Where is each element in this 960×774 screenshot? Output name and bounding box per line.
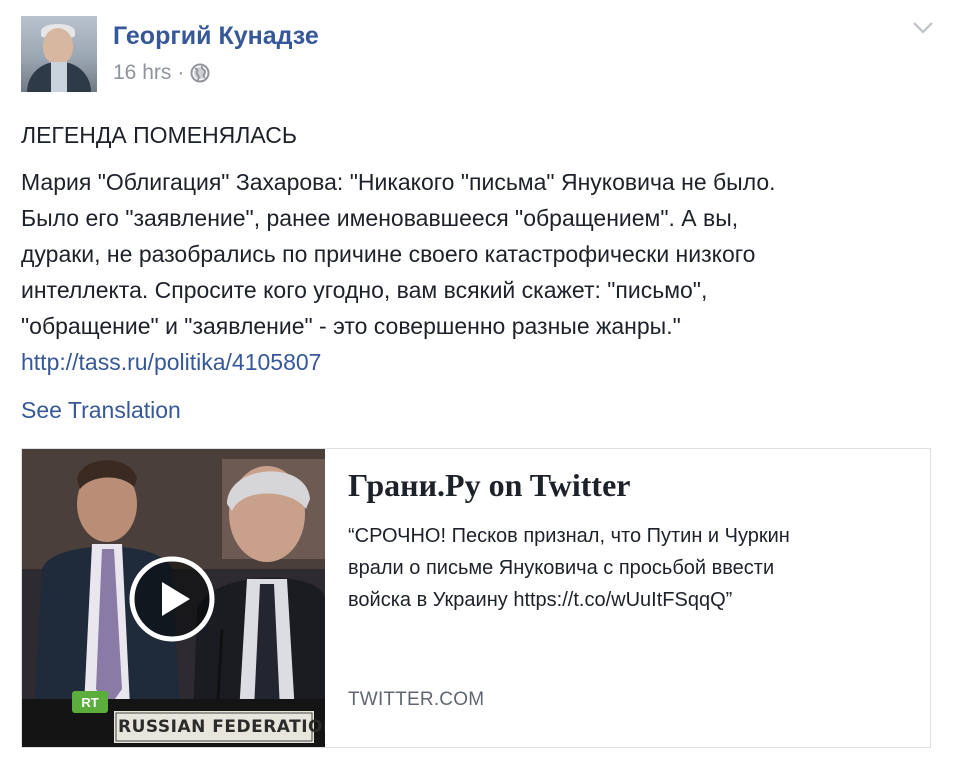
card-title[interactable]: Грани.Ру on Twitter: [348, 467, 918, 504]
post-text-line: дураки, не разобрались по причине своего…: [21, 241, 756, 267]
globe-icon[interactable]: [190, 63, 210, 83]
post-text-line: Мария "Облигация" Захарова: "Никакого "п…: [21, 169, 776, 195]
post-meta: 16 hrs ·: [113, 61, 210, 85]
card-domain: TWITTER.COM: [348, 689, 485, 710]
author-name[interactable]: Георгий Кунадзе: [113, 22, 319, 51]
meta-separator: ·: [177, 61, 185, 84]
post-text-line: Было его "заявление", ранее именовавшеес…: [21, 205, 739, 231]
avatar-shirt: [51, 62, 67, 92]
post-text: Мария "Облигация" Захарова: "Никакого "п…: [21, 164, 941, 380]
channel-logo: RT: [81, 695, 98, 710]
video-thumbnail[interactable]: RT RUSSIAN FEDERATION: [22, 449, 325, 747]
facebook-post: Георгий Кунадзе 16 hrs · ЛЕГЕНДА ПОМЕНЯЛ…: [0, 0, 960, 774]
avatar-head: [43, 28, 73, 64]
author-avatar[interactable]: [21, 16, 97, 92]
play-icon[interactable]: [128, 555, 216, 643]
card-description-line: врали о письме Януковича с просьбой ввес…: [348, 557, 775, 579]
card-description: “СРОЧНО! Песков признал, что Путин и Чур…: [348, 520, 918, 616]
card-text: Грани.Ру on Twitter “СРОЧНО! Песков приз…: [348, 467, 918, 616]
post-headline: ЛЕГЕНДА ПОМЕНЯЛАСЬ: [21, 122, 297, 148]
post-link[interactable]: http://tass.ru/politika/4105807: [21, 344, 941, 380]
card-description-line: “СРОЧНО! Песков признал, что Путин и Чур…: [348, 525, 790, 547]
post-timestamp[interactable]: 16 hrs: [113, 61, 171, 85]
card-description-line: войска в Украину https://t.co/wUuItFSqqQ…: [348, 589, 733, 611]
chevron-down-icon[interactable]: [912, 20, 934, 36]
link-preview-card[interactable]: RT RUSSIAN FEDERATION Грани.Ру on Twitte…: [21, 448, 931, 748]
nameplate-text: RUSSIAN FEDERATION: [118, 717, 325, 737]
see-translation-link[interactable]: See Translation: [21, 397, 181, 424]
post-text-line: интеллекта. Спросите кого угодно, вам вс…: [21, 277, 708, 303]
post-text-line: "обращение" и "заявление" - это совершен…: [21, 313, 681, 339]
